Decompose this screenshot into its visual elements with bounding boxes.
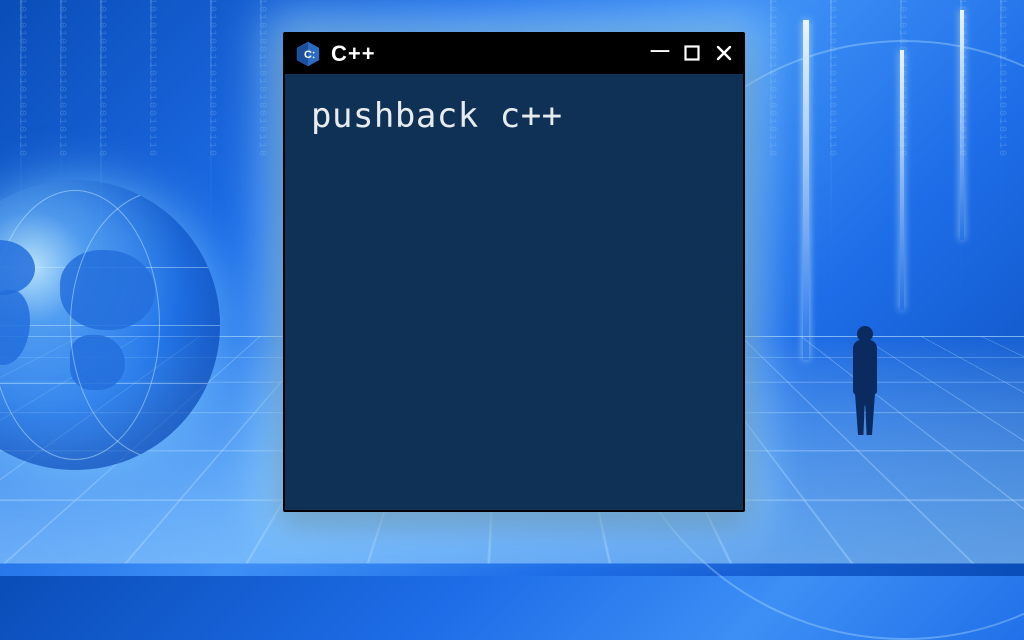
- svg-text:+: +: [312, 55, 315, 60]
- close-button[interactable]: [713, 42, 735, 66]
- terminal-content: pushback c++: [311, 96, 563, 136]
- window-title: C++: [331, 41, 639, 67]
- titlebar[interactable]: C + + C++ ─: [285, 34, 743, 74]
- terminal-body[interactable]: pushback c++: [285, 74, 743, 510]
- person-silhouette: [846, 326, 884, 436]
- terminal-window: C + + C++ ─ pushback c++: [283, 32, 745, 512]
- cpp-icon: C + +: [295, 41, 321, 67]
- minimize-button[interactable]: ─: [649, 37, 671, 63]
- svg-text:+: +: [312, 51, 315, 56]
- svg-text:C: C: [304, 49, 312, 61]
- window-controls: ─: [649, 41, 735, 67]
- maximize-button[interactable]: [681, 43, 703, 65]
- globe-graphic: [0, 180, 220, 470]
